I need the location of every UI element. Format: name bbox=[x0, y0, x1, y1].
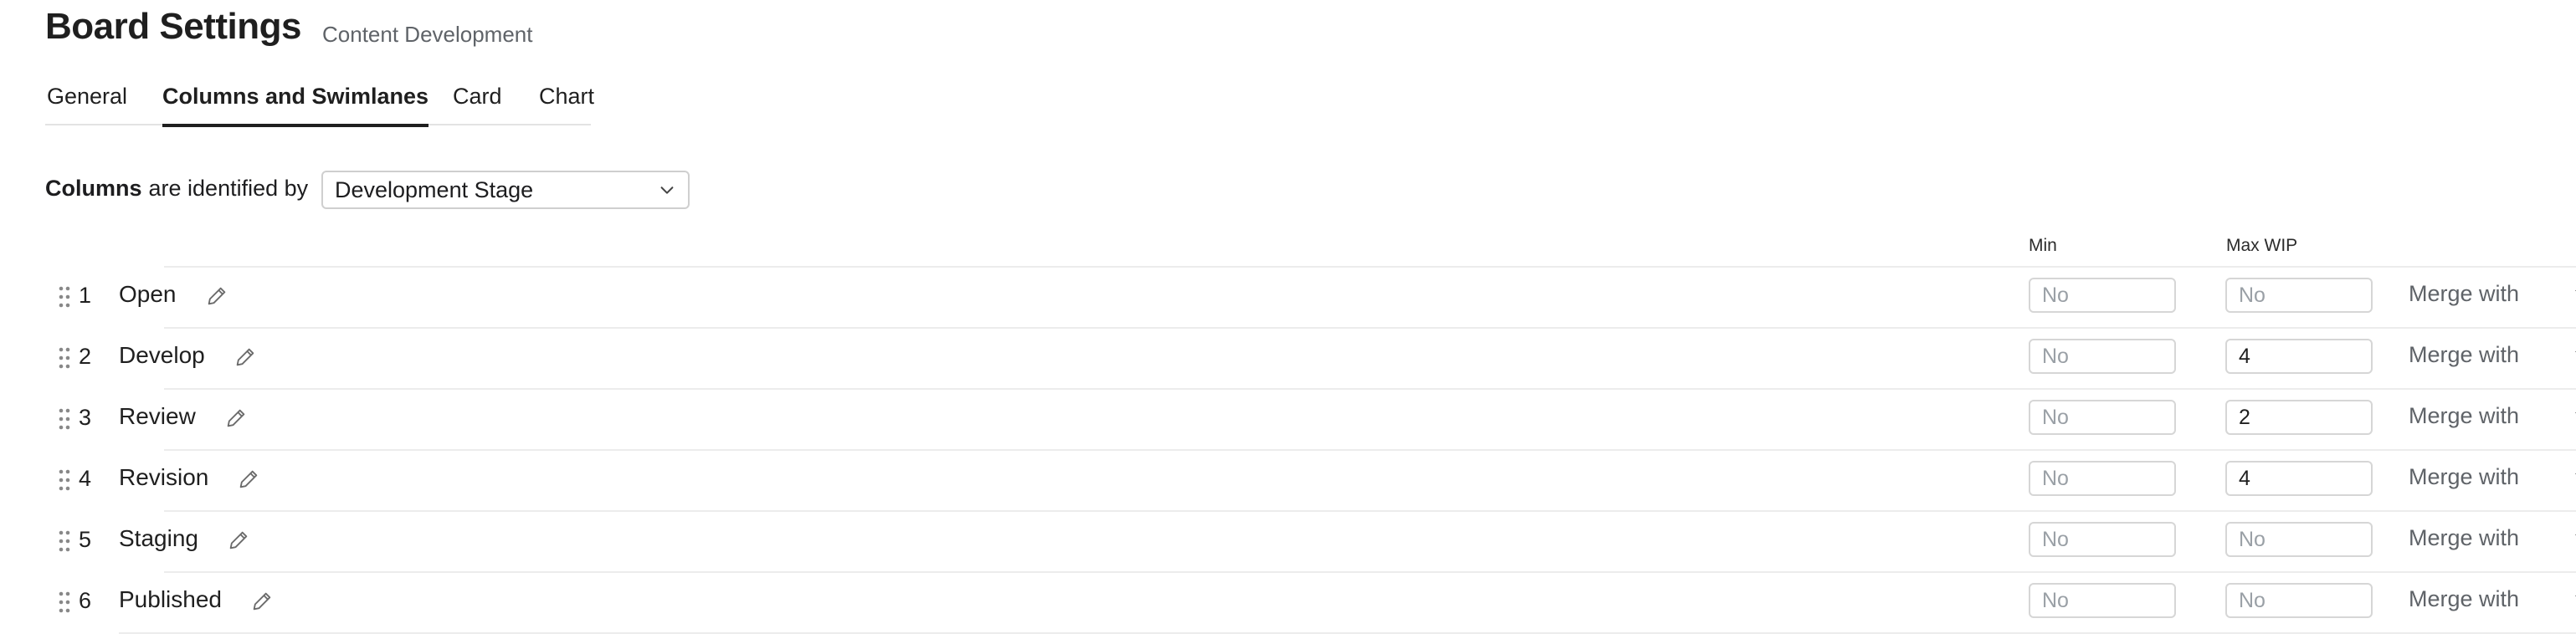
board-name: Content Development bbox=[322, 22, 533, 47]
pencil-icon[interactable] bbox=[250, 590, 274, 613]
column-row: 1 Open Merge with bbox=[45, 266, 2576, 327]
pencil-icon[interactable] bbox=[205, 284, 228, 308]
columns-label: Columns bbox=[45, 175, 142, 201]
drag-handle-icon[interactable] bbox=[57, 345, 72, 371]
column-name: Review bbox=[119, 403, 196, 429]
row-divider bbox=[164, 266, 2576, 268]
max-wip-input[interactable] bbox=[2225, 278, 2373, 313]
column-index: 1 bbox=[79, 283, 92, 308]
board-settings-page: Board Settings Content Development Gener… bbox=[0, 0, 2576, 644]
pencil-icon[interactable] bbox=[233, 345, 257, 369]
column-field-select[interactable]: Development Stage bbox=[321, 171, 690, 209]
merge-with-dropdown[interactable]: Merge with bbox=[2409, 403, 2519, 429]
merge-with-dropdown[interactable]: Merge with bbox=[2409, 525, 2519, 551]
max-wip-input[interactable] bbox=[2225, 461, 2373, 496]
page-title: Board Settings bbox=[45, 6, 301, 47]
min-input[interactable] bbox=[2029, 461, 2176, 496]
column-row: 3 Review Merge with bbox=[45, 388, 2576, 449]
tab-chart[interactable]: Chart bbox=[539, 84, 594, 124]
min-input[interactable] bbox=[2029, 522, 2176, 557]
drag-handle-icon[interactable] bbox=[57, 468, 72, 493]
column-name: Published bbox=[119, 586, 222, 612]
max-wip-input[interactable] bbox=[2225, 400, 2373, 435]
merge-with-dropdown[interactable]: Merge with bbox=[2409, 281, 2519, 307]
list-divider bbox=[119, 632, 2576, 634]
drag-handle-icon[interactable] bbox=[57, 529, 72, 554]
max-wip-input[interactable] bbox=[2225, 339, 2373, 374]
max-wip-input[interactable] bbox=[2225, 522, 2373, 557]
tab-general[interactable]: General bbox=[47, 84, 127, 124]
max-wip-column-header: Max WIP bbox=[2226, 236, 2298, 255]
row-divider bbox=[164, 571, 2576, 573]
merge-with-dropdown[interactable]: Merge with bbox=[2409, 586, 2519, 612]
pencil-icon[interactable] bbox=[224, 406, 248, 430]
column-index: 2 bbox=[79, 344, 92, 369]
tab-columns-and-swimlanes[interactable]: Columns and Swimlanes bbox=[162, 84, 429, 127]
min-input[interactable] bbox=[2029, 278, 2176, 313]
max-wip-input[interactable] bbox=[2225, 583, 2373, 618]
drag-handle-icon[interactable] bbox=[57, 590, 72, 615]
drag-handle-icon[interactable] bbox=[57, 406, 72, 432]
column-name: Develop bbox=[119, 342, 205, 368]
row-divider bbox=[164, 449, 2576, 451]
min-input[interactable] bbox=[2029, 400, 2176, 435]
column-index: 4 bbox=[79, 466, 92, 491]
column-identification-label: Columns are identified by bbox=[45, 169, 308, 207]
pencil-icon[interactable] bbox=[237, 468, 260, 491]
min-input[interactable] bbox=[2029, 583, 2176, 618]
column-row: 6 Published Merge with bbox=[45, 571, 2576, 632]
drag-handle-icon[interactable] bbox=[57, 284, 72, 309]
tab-card[interactable]: Card bbox=[453, 84, 502, 124]
settings-tabs: General Columns and Swimlanes Card Chart bbox=[45, 84, 594, 127]
min-input[interactable] bbox=[2029, 339, 2176, 374]
merge-with-dropdown[interactable]: Merge with bbox=[2409, 464, 2519, 490]
column-row: 2 Develop Merge with bbox=[45, 327, 2576, 388]
column-row: 4 Revision Merge with bbox=[45, 449, 2576, 510]
column-index: 6 bbox=[79, 588, 92, 613]
identified-by-label: are identified by bbox=[148, 175, 309, 201]
column-row: 5 Staging Merge with bbox=[45, 510, 2576, 571]
row-divider bbox=[164, 388, 2576, 390]
column-name: Open bbox=[119, 281, 177, 307]
column-index: 5 bbox=[79, 527, 92, 552]
column-name: Staging bbox=[119, 525, 198, 551]
row-divider bbox=[164, 327, 2576, 329]
merge-with-dropdown[interactable]: Merge with bbox=[2409, 342, 2519, 368]
chevron-down-icon bbox=[660, 187, 674, 194]
column-index: 3 bbox=[79, 405, 92, 430]
column-name: Revision bbox=[119, 464, 209, 490]
row-divider bbox=[164, 510, 2576, 512]
pencil-icon[interactable] bbox=[227, 529, 250, 552]
min-column-header: Min bbox=[2029, 236, 2057, 255]
column-field-selected-value: Development Stage bbox=[335, 176, 534, 202]
